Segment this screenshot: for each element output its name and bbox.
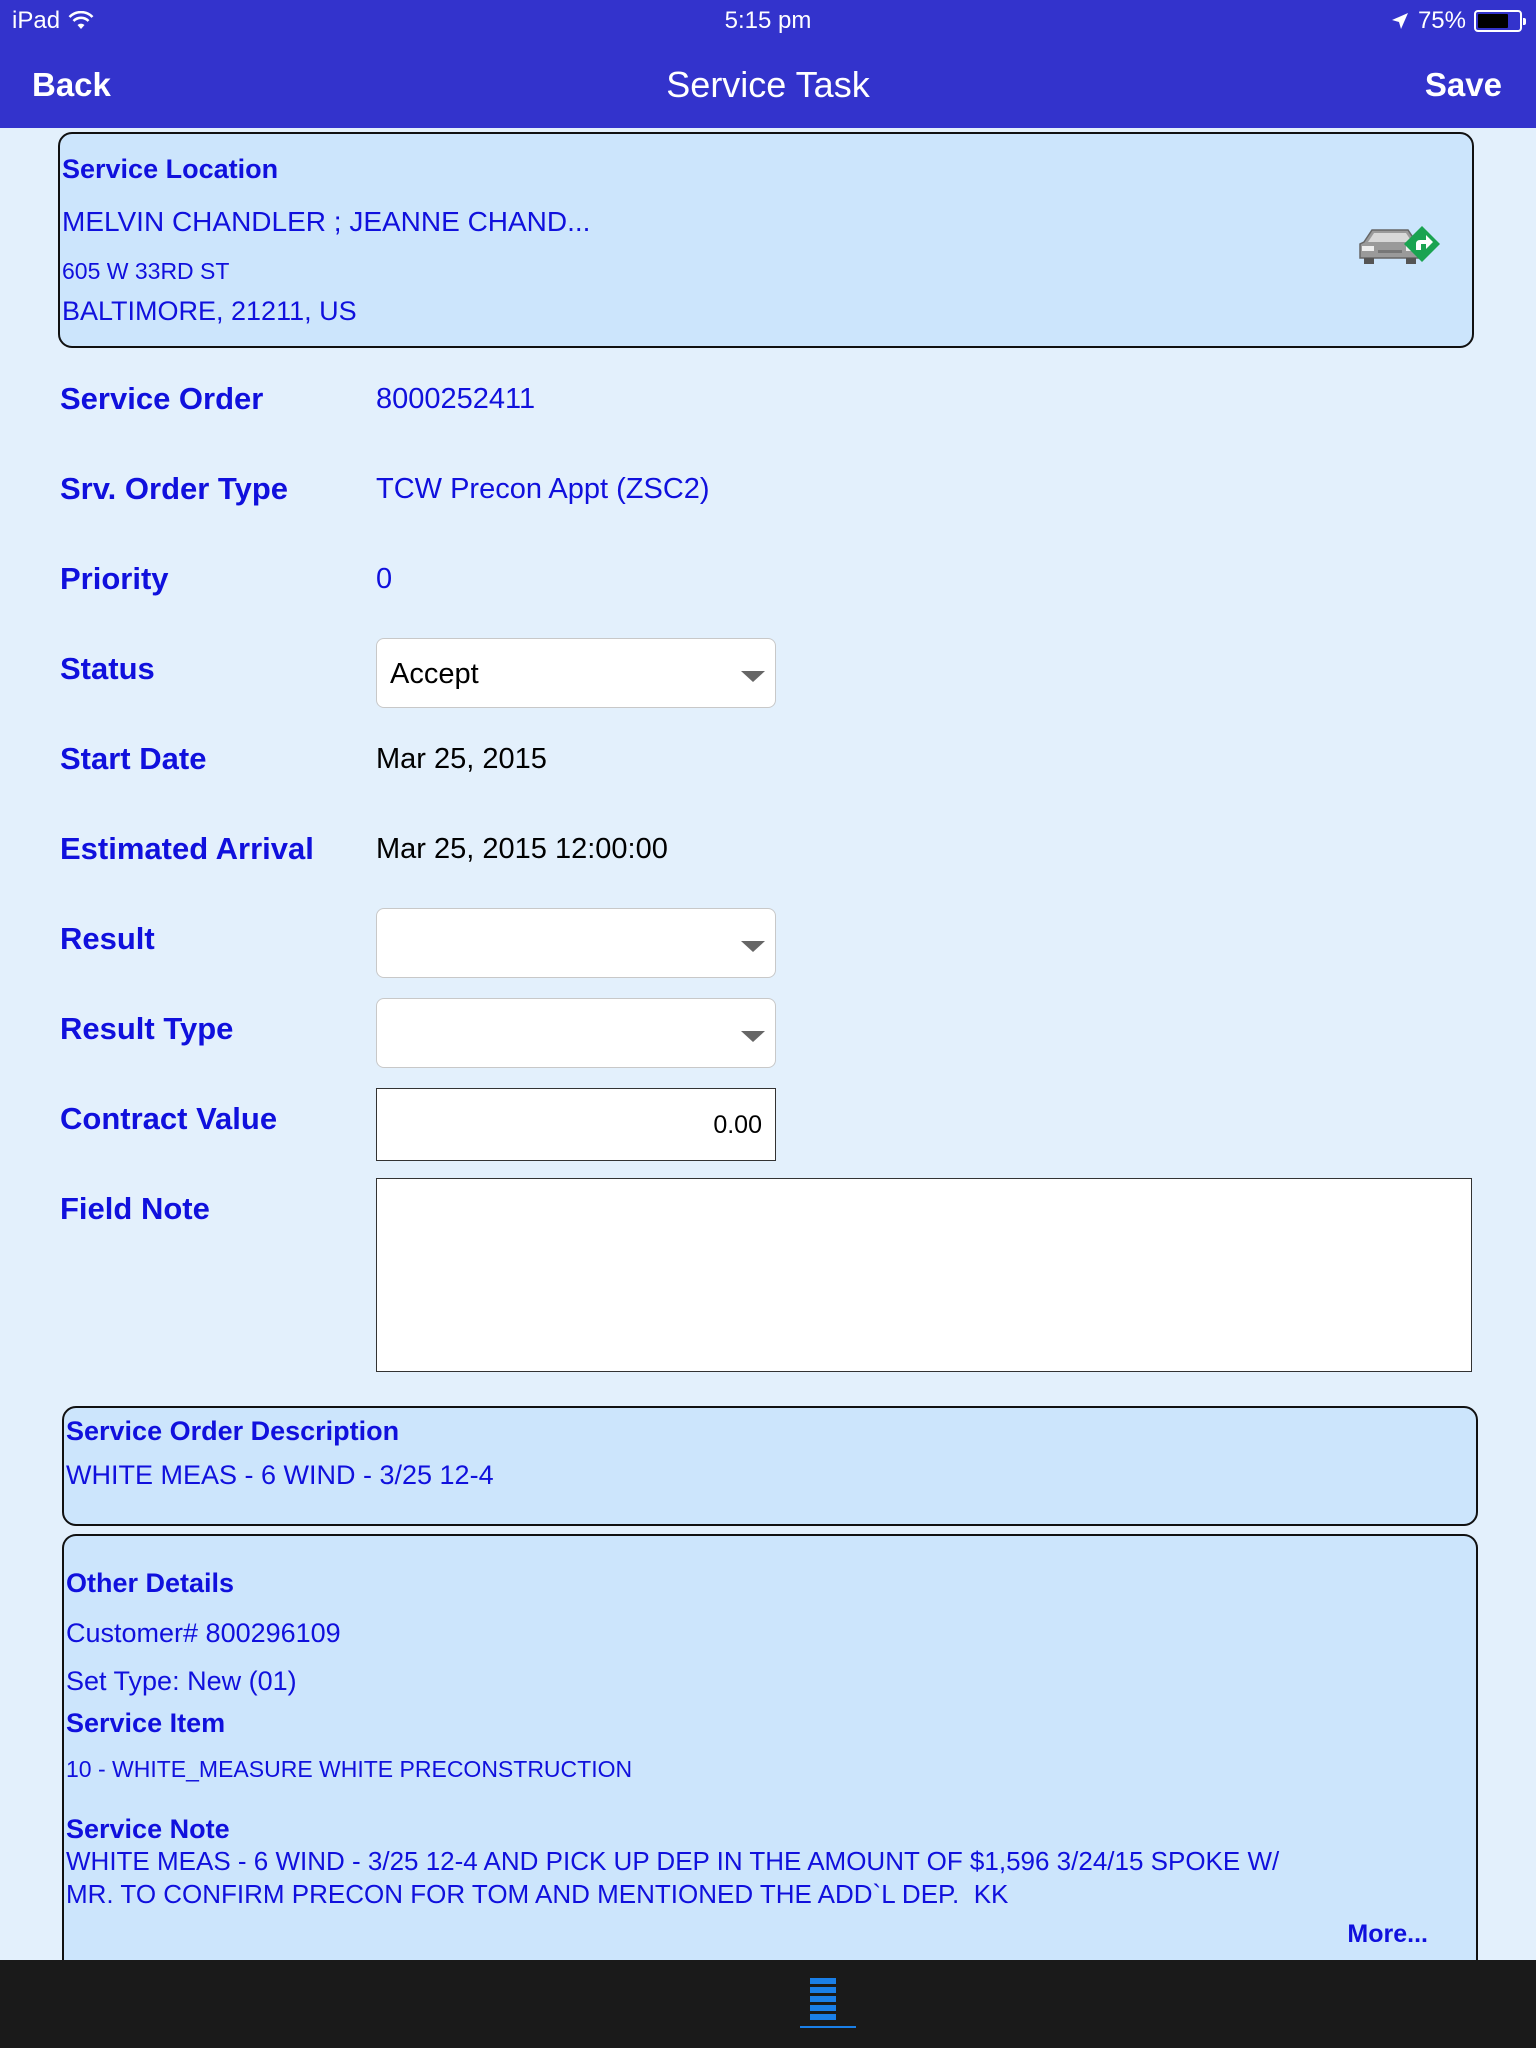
service-order-value: 8000252411	[376, 383, 536, 415]
field-note-label: Field Note	[60, 1191, 210, 1226]
service-note-line-2: MR. TO CONFIRM PRECON FOR TOM AND MENTIO…	[66, 1879, 1009, 1909]
result-select[interactable]	[376, 908, 776, 978]
street-address: 605 W 33RD ST	[62, 258, 230, 284]
city-address: BALTIMORE, 21211, US	[62, 296, 357, 326]
description-text: WHITE MEAS - 6 WIND - 3/25 12-4	[66, 1460, 494, 1490]
result-type-label: Result Type	[60, 1011, 234, 1046]
car-directions-icon[interactable]	[1356, 220, 1442, 270]
save-button[interactable]: Save	[1425, 66, 1502, 104]
bottom-tab-bar	[0, 1960, 1536, 2048]
page-title: Service Task	[666, 64, 870, 105]
contract-value-label: Contract Value	[60, 1101, 278, 1136]
service-order-label: Service Order	[60, 381, 264, 416]
result-type-select[interactable]	[376, 998, 776, 1068]
navigation-bar: Back Service Task Save	[0, 40, 1536, 128]
status-time: 5:15 pm	[724, 7, 812, 34]
list-icon[interactable]	[800, 1976, 856, 2034]
other-details-heading: Other Details	[66, 1568, 235, 1598]
start-date-label: Start Date	[60, 741, 207, 776]
location-arrow-icon	[1391, 13, 1408, 29]
service-note-heading: Service Note	[66, 1814, 230, 1844]
service-item-value: 10 - WHITE_MEASURE WHITE PRECONSTRUCTION	[66, 1756, 633, 1782]
description-heading: Service Order Description	[66, 1416, 400, 1446]
chevron-down-icon	[741, 1031, 765, 1042]
contract-value-input[interactable]: 0.00	[376, 1088, 776, 1161]
status-bar-right: 75%	[1390, 7, 1526, 35]
priority-label: Priority	[60, 561, 169, 596]
battery-percent: 75%	[1417, 7, 1466, 34]
battery-icon	[1474, 10, 1526, 32]
service-order-description-card: Service Order Description WHITE MEAS - 6…	[62, 1406, 1478, 1526]
order-type-label: Srv. Order Type	[60, 471, 288, 506]
set-type: Set Type: New (01)	[66, 1666, 297, 1696]
service-location-card: Service Location MELVIN CHANDLER ; JEANN…	[58, 132, 1474, 348]
start-date-value: Mar 25, 2015	[376, 743, 547, 775]
estimated-arrival-value: Mar 25, 2015 12:00:00	[376, 833, 668, 865]
chevron-down-icon	[741, 941, 765, 952]
service-note-line-1: WHITE MEAS - 6 WIND - 3/25 12-4 AND PICK…	[66, 1846, 1280, 1876]
result-label: Result	[60, 921, 155, 956]
estimated-arrival-label: Estimated Arrival	[60, 831, 314, 866]
service-location-heading: Service Location	[62, 154, 279, 184]
order-type-value: TCW Precon Appt (ZSC2)	[376, 473, 710, 505]
customer-name: MELVIN CHANDLER ; JEANNE CHAND...	[62, 206, 591, 237]
priority-value: 0	[376, 563, 393, 595]
field-note-textarea[interactable]	[376, 1178, 1472, 1372]
customer-number: Customer# 800296109	[66, 1618, 341, 1648]
service-item-heading: Service Item	[66, 1708, 226, 1738]
more-link[interactable]: More...	[1347, 1920, 1428, 1949]
chevron-down-icon	[741, 671, 765, 682]
status-bar: iPad 5:15 pm 75%	[0, 0, 1536, 40]
status-selected-value: Accept	[390, 658, 479, 690]
status-select[interactable]: Accept	[376, 638, 776, 708]
status-label: Status	[60, 651, 155, 686]
